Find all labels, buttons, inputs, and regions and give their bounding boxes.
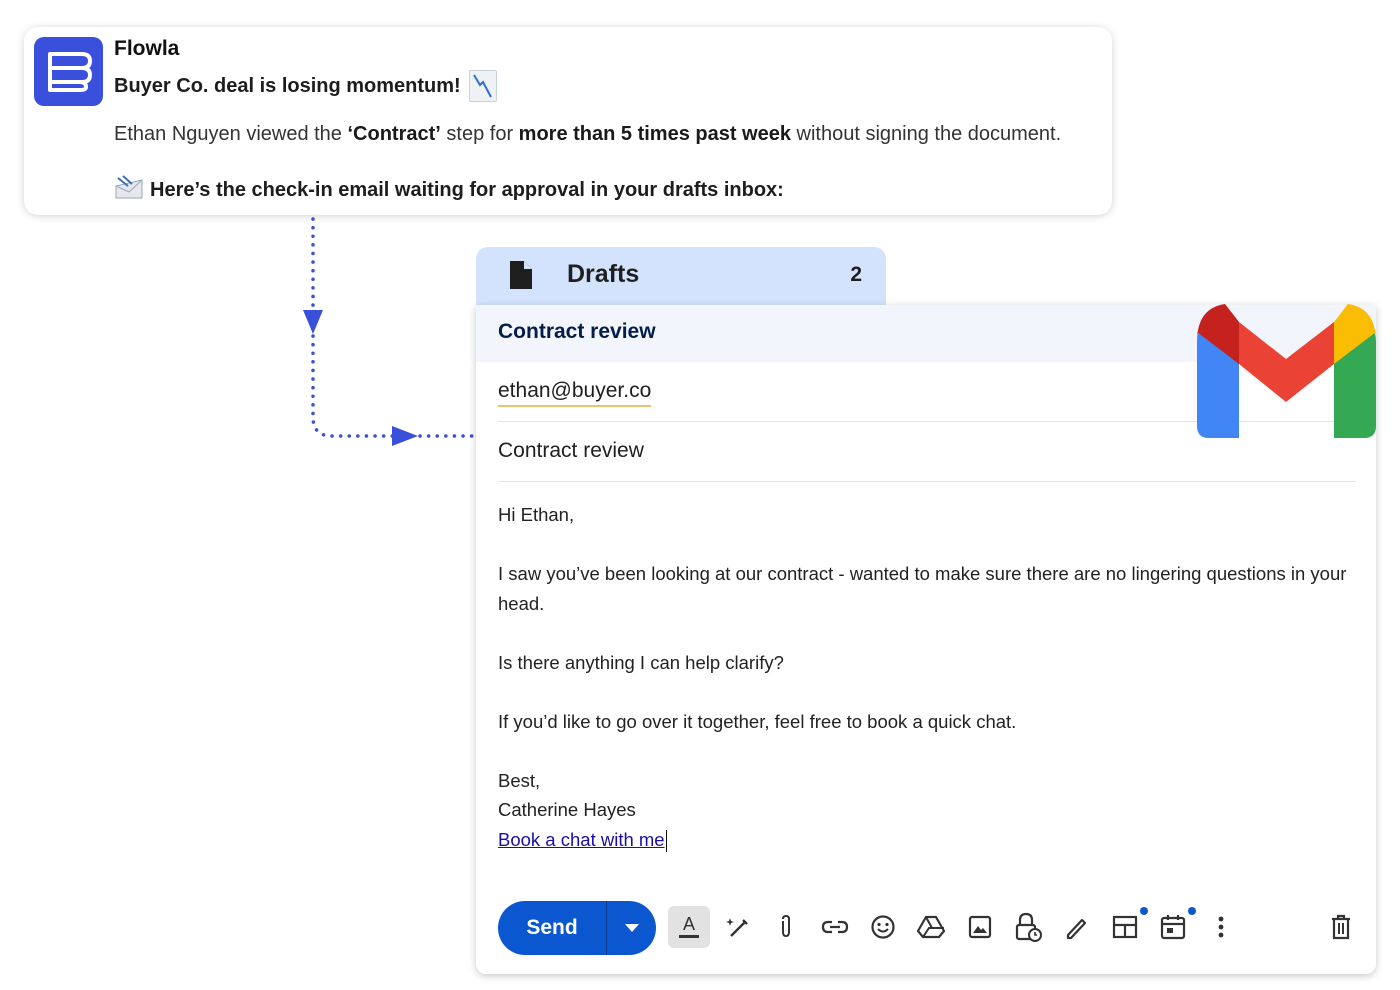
drafts-folder-tab[interactable]: Drafts 2 bbox=[476, 247, 886, 307]
body-signoff: Best, bbox=[498, 769, 541, 791]
new-feature-dot bbox=[1140, 907, 1148, 915]
svg-text:A: A bbox=[683, 914, 695, 934]
drafts-count: 2 bbox=[850, 263, 862, 286]
detail-text-2: step for bbox=[440, 123, 519, 145]
detail-text-1: Ethan Nguyen viewed the bbox=[114, 123, 348, 145]
send-button-group: Send bbox=[498, 901, 656, 955]
format-text-icon[interactable]: A bbox=[668, 906, 710, 948]
body-paragraph-2: Is there anything I can help clarify? bbox=[498, 651, 784, 673]
detail-text-3: without signing the document. bbox=[790, 123, 1062, 145]
detail-frequency: more than 5 times past week bbox=[518, 123, 791, 145]
message-body[interactable]: Hi Ethan, I saw you’ve been looking at o… bbox=[498, 500, 1360, 854]
body-signature: Catherine Hayes bbox=[498, 799, 636, 820]
notification-app-name: Flowla bbox=[114, 37, 180, 60]
attach-icon[interactable] bbox=[765, 906, 807, 948]
chart-decreasing-icon bbox=[468, 70, 497, 102]
subject-field[interactable]: Contract review bbox=[498, 439, 644, 463]
send-options-dropdown[interactable] bbox=[607, 924, 656, 932]
drive-icon[interactable] bbox=[910, 906, 952, 948]
link-icon[interactable] bbox=[814, 906, 856, 948]
new-feature-dot bbox=[1188, 907, 1196, 915]
body-paragraph-1: I saw you’ve been looking at our contrac… bbox=[498, 563, 1347, 614]
flowla-logo-icon bbox=[34, 37, 103, 106]
notification-cta: Here’s the check-in email waiting for ap… bbox=[114, 174, 784, 206]
notification-headline: Buyer Co. deal is losing momentum! bbox=[114, 70, 497, 102]
send-button[interactable]: Send bbox=[498, 916, 606, 940]
headline-text: Buyer Co. deal is losing momentum! bbox=[114, 74, 461, 97]
drafts-label: Drafts bbox=[567, 260, 640, 288]
text-cursor bbox=[665, 829, 667, 852]
detail-step-name: ‘Contract’ bbox=[347, 123, 441, 145]
notification-detail: Ethan Nguyen viewed the ‘Contract’ step … bbox=[114, 123, 1061, 146]
draft-file-icon bbox=[510, 261, 532, 294]
to-recipient-chip[interactable]: ethan@buyer.co bbox=[498, 379, 652, 407]
arrowhead-right bbox=[392, 426, 418, 446]
body-greeting: Hi Ethan, bbox=[498, 504, 575, 525]
incoming-envelope-icon bbox=[114, 174, 144, 206]
confidential-mode-icon[interactable] bbox=[1007, 906, 1049, 948]
flowla-notification-card: Flowla Buyer Co. deal is losing momentum… bbox=[24, 27, 1112, 215]
booking-link[interactable]: Book a chat with me bbox=[498, 829, 665, 850]
signature-icon[interactable] bbox=[1055, 906, 1097, 948]
ai-write-icon[interactable] bbox=[717, 906, 759, 948]
caret-down-icon bbox=[624, 924, 639, 932]
image-icon[interactable] bbox=[959, 906, 1001, 948]
arrowhead-down bbox=[303, 310, 323, 334]
more-options-icon[interactable] bbox=[1200, 906, 1242, 948]
compose-title: Contract review bbox=[498, 320, 656, 343]
cta-text: Here’s the check-in email waiting for ap… bbox=[150, 178, 784, 201]
gmail-logo-icon bbox=[1197, 304, 1376, 438]
delete-draft-icon[interactable] bbox=[1320, 906, 1362, 948]
divider bbox=[498, 481, 1356, 482]
body-paragraph-3: If you’d like to go over it together, fe… bbox=[498, 710, 1017, 732]
emoji-icon[interactable] bbox=[862, 906, 904, 948]
